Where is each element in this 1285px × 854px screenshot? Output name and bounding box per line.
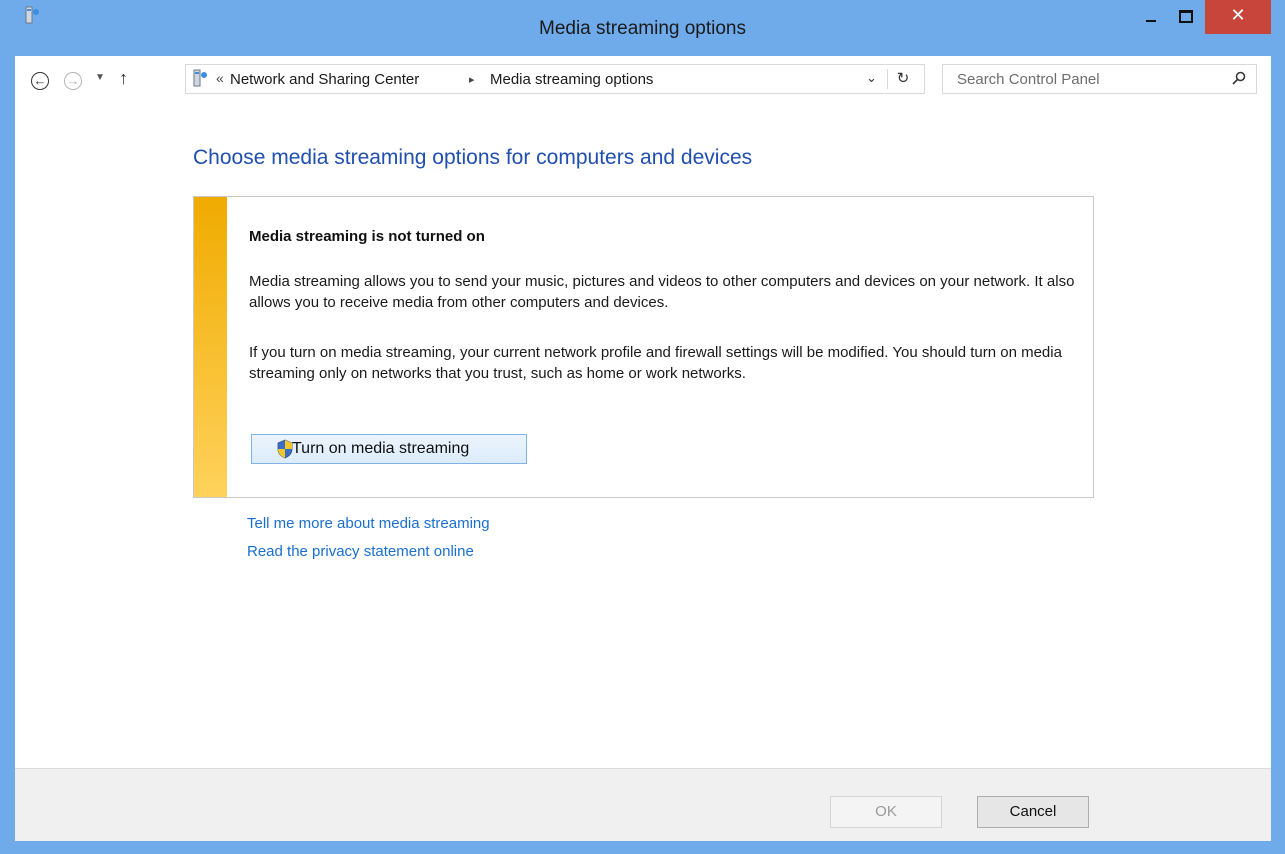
dialog-footer: OK Cancel [15, 768, 1271, 841]
breadcrumb-separator-icon[interactable]: ▸ [469, 73, 475, 86]
search-box[interactable]: Search Control Panel [942, 64, 1257, 94]
address-dropdown-icon[interactable]: ⌄ [866, 70, 877, 86]
recent-locations-button[interactable]: ▼ [95, 72, 105, 83]
panel-description: Media streaming allows you to send your … [249, 273, 1075, 311]
close-icon: ✕ [1230, 5, 1246, 25]
panel-heading: Media streaming is not turned on [249, 228, 485, 245]
window: Media streaming options ✕ ← → ▼ ↑ « Netw… [0, 0, 1285, 854]
address-bar[interactable]: « Network and Sharing Center ▸ Media str… [185, 64, 925, 94]
breadcrumb-item-network-sharing-center[interactable]: Network and Sharing Center [230, 71, 419, 88]
warning-panel: Media streaming is not turned on Media s… [193, 196, 1094, 498]
breadcrumb-overflow-icon[interactable]: « [216, 70, 224, 86]
panel-warning-text: If you turn on media streaming, your cur… [249, 344, 1062, 382]
warning-stripe [194, 197, 227, 497]
page-title: Choose media streaming options for compu… [193, 146, 753, 169]
back-button[interactable]: ← [31, 72, 49, 90]
back-arrow-icon: ← [33, 73, 47, 88]
refresh-icon[interactable]: ↻ [887, 69, 918, 89]
turn-on-media-streaming-button[interactable]: Turn on media streaming [251, 434, 527, 464]
up-button[interactable]: ↑ [119, 68, 128, 89]
turn-on-button-label: Turn on media streaming [292, 440, 470, 457]
breadcrumb-item-media-streaming-options[interactable]: Media streaming options [490, 71, 653, 88]
client-area: ← → ▼ ↑ « Network and Sharing Center ▸ M… [15, 56, 1271, 841]
cancel-button[interactable]: Cancel [977, 796, 1089, 828]
close-button[interactable]: ✕ [1205, 0, 1271, 34]
tell-me-more-link[interactable]: Tell me more about media streaming [247, 515, 490, 532]
title-bar[interactable]: Media streaming options ✕ [0, 0, 1285, 56]
chevron-down-icon: ▼ [95, 72, 105, 83]
network-location-icon [193, 69, 207, 87]
window-title: Media streaming options [539, 18, 746, 39]
forward-button[interactable]: → [64, 72, 82, 90]
forward-arrow-icon: → [66, 73, 80, 88]
minimize-button[interactable] [1136, 0, 1166, 36]
search-icon[interactable] [1232, 71, 1246, 85]
maximize-button[interactable] [1168, 0, 1202, 36]
up-arrow-icon: ↑ [119, 68, 128, 88]
search-input[interactable]: Search Control Panel [957, 71, 1100, 88]
ok-button[interactable]: OK [830, 796, 942, 828]
privacy-statement-link[interactable]: Read the privacy statement online [247, 543, 474, 560]
navigation-bar: ← → ▼ ↑ « Network and Sharing Center ▸ M… [15, 56, 1271, 108]
